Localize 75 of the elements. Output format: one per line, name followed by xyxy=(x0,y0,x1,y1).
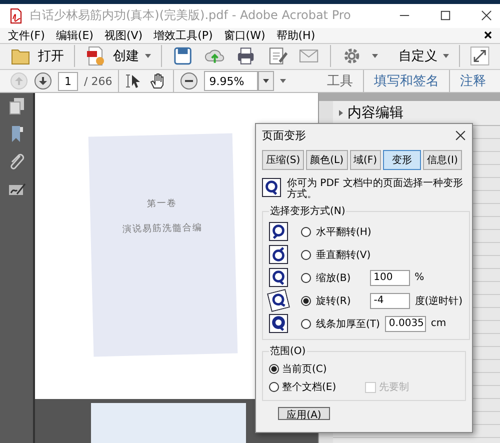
thicken-icon xyxy=(269,314,288,333)
caret-icon xyxy=(144,54,151,58)
dialog-tab[interactable]: 颜色(L) xyxy=(306,150,348,170)
option-label: 当前页(C) xyxy=(282,362,327,376)
zoom-out-icon[interactable] xyxy=(180,72,198,90)
option-label: 线条加厚至(T) xyxy=(316,318,380,330)
pages-icon[interactable] xyxy=(8,97,26,115)
close-icon[interactable] xyxy=(484,31,492,40)
edit-document-icon[interactable] xyxy=(266,45,288,68)
expand-icon[interactable] xyxy=(470,46,490,66)
radio-button[interactable] xyxy=(301,296,311,306)
value-field[interactable]: 0.0035 xyxy=(384,316,426,332)
option-label: 旋转(R) xyxy=(316,294,351,308)
radio-button[interactable] xyxy=(301,250,311,260)
panel-tab[interactable]: 工具 xyxy=(323,72,357,90)
page-text: 第一卷 xyxy=(146,198,178,210)
value-field[interactable]: -4 xyxy=(370,292,410,308)
unit-label: 度(逆时针) xyxy=(414,294,463,308)
document-icon xyxy=(84,45,107,68)
transform-q-icon xyxy=(262,178,281,197)
group-label: 选择变形方式(N) xyxy=(269,204,346,218)
dialog-tab[interactable]: 变形 xyxy=(383,150,422,170)
caret-icon[interactable] xyxy=(280,79,286,83)
radio-button[interactable] xyxy=(301,226,311,236)
radio-button[interactable] xyxy=(269,364,279,374)
apply-button[interactable]: 应用(A) xyxy=(278,407,330,420)
zoom-field[interactable]: 9.95% xyxy=(204,71,258,91)
panel-tab[interactable]: 填写和签名 xyxy=(370,72,443,90)
dialog-title: 页面变形 xyxy=(262,128,306,142)
radio-button[interactable] xyxy=(301,318,311,328)
page-text: 演说易筋洗髓合编 xyxy=(122,222,203,236)
option-label: 垂直翻转(V) xyxy=(316,248,371,262)
dialog-tab[interactable]: 信息(I) xyxy=(423,150,462,170)
open-button[interactable]: 打开 xyxy=(10,45,64,68)
menu-item[interactable]: 视图(V) xyxy=(104,28,143,43)
intro-text: 你可为 PDF 文档中的页面选择一种变形方式。 xyxy=(287,178,464,200)
rotate-icon xyxy=(266,288,290,312)
caret-icon xyxy=(443,54,450,58)
option-label: 整个文档(E) xyxy=(282,380,336,394)
menu-item[interactable]: 窗口(W) xyxy=(224,28,266,43)
expand-arrow-icon xyxy=(339,110,343,116)
value-field[interactable]: 100 xyxy=(370,270,410,286)
panel-tab[interactable]: 注释 xyxy=(456,72,490,90)
create-button[interactable]: 创建 xyxy=(84,45,151,68)
menu-item[interactable]: 文件(F) xyxy=(8,28,45,43)
menu-item[interactable]: 帮助(H) xyxy=(276,28,316,43)
page-number-field[interactable]: 1 xyxy=(58,72,78,90)
window-title: 白话少林易筋内功(真本)(完美版).pdf - Adobe Acrobat Pro xyxy=(30,7,351,24)
menu-item[interactable]: 增效工具(P) xyxy=(154,28,213,43)
radio-button[interactable] xyxy=(301,272,311,282)
group-label: 范围(O) xyxy=(269,344,307,358)
caret-icon xyxy=(263,79,270,83)
dialog-tab[interactable]: 压缩(S) xyxy=(262,150,304,170)
option-label: 缩放(B) xyxy=(316,272,351,284)
dropdown-button[interactable] xyxy=(258,71,274,91)
flip-horizontal-icon xyxy=(269,222,288,241)
radio-button[interactable] xyxy=(269,382,279,392)
page-count: / 266 xyxy=(84,74,112,88)
paperclip-icon[interactable] xyxy=(8,153,26,171)
close-icon[interactable] xyxy=(481,10,492,22)
menu-item[interactable]: 编辑(E) xyxy=(56,28,94,43)
flip-vertical-icon xyxy=(269,245,288,264)
option-label: 水平翻转(H) xyxy=(316,226,372,238)
scale-icon xyxy=(269,268,288,287)
save-icon[interactable] xyxy=(172,45,194,68)
maximize-icon[interactable] xyxy=(440,10,451,22)
pdf-icon xyxy=(8,8,24,24)
close-icon[interactable] xyxy=(455,130,466,140)
dialog-tab[interactable]: 域(F) xyxy=(350,150,382,170)
caret-icon[interactable] xyxy=(372,54,378,58)
customize-button[interactable]: 自定义 xyxy=(398,47,450,66)
panel-section-header[interactable]: 内容编辑 xyxy=(333,101,500,126)
unit-label: % xyxy=(414,272,424,283)
option-label: 先要制 xyxy=(379,380,410,394)
unit-label: cm xyxy=(430,318,446,329)
